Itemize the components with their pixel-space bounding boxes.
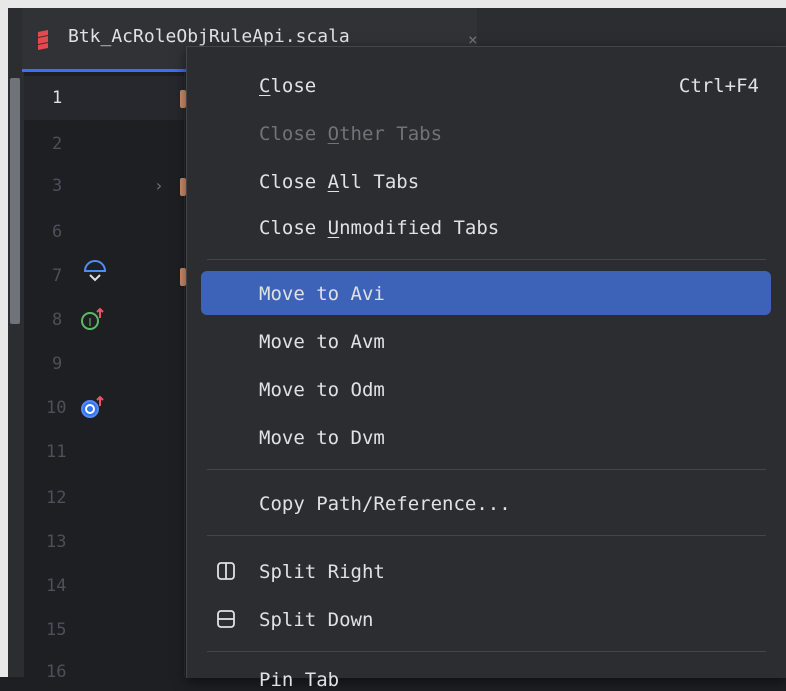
menu-label-rest: lose: [270, 75, 317, 97]
scrollbar-thumb[interactable]: [10, 78, 20, 324]
menu-separator: [207, 259, 766, 260]
mnemonic: U: [327, 217, 340, 239]
implemented-method-icon[interactable]: [82, 258, 108, 284]
menu-item-split-right[interactable]: Split Right: [259, 561, 385, 583]
line-number: 9: [52, 354, 63, 374]
line-number: 11: [46, 442, 67, 462]
menu-separator: [207, 651, 766, 652]
line-number: 6: [52, 222, 63, 242]
tab-context-menu: Close Ctrl+F4 Close Other Tabs Close All…: [186, 46, 786, 691]
menu-label-pre: Close: [259, 171, 328, 193]
line-number: 16: [46, 662, 67, 682]
close-shortcut: Ctrl+F4: [678, 75, 759, 97]
window-frame-top: [0, 0, 786, 8]
scala-file-icon: [38, 30, 48, 50]
menu-item-close-all-tabs[interactable]: Close All Tabs: [259, 171, 419, 193]
menu-label-pre: Close: [259, 217, 328, 239]
line-number: 1: [52, 88, 63, 108]
menu-item-move-to-dvm[interactable]: Move to Dvm: [259, 427, 385, 449]
object-overrides-icon[interactable]: [80, 394, 106, 420]
gutter-separator: [184, 72, 185, 677]
fold-chevron-right-icon[interactable]: ›: [154, 176, 164, 195]
menu-label-post: ll Tabs: [339, 171, 420, 193]
menu-label-post: ther Tabs: [339, 123, 443, 145]
svg-text:I: I: [88, 316, 91, 329]
tab-title: Btk_AcRoleObjRuleApi.scala: [68, 26, 350, 47]
interface-implements-icon[interactable]: I: [80, 306, 106, 332]
menu-item-split-down[interactable]: Split Down: [259, 609, 373, 631]
line-number: 15: [46, 620, 67, 640]
menu-item-move-to-avm[interactable]: Move to Avm: [259, 331, 385, 353]
line-number: 3: [52, 176, 63, 196]
line-number: 14: [46, 576, 67, 596]
line-number: 2: [52, 134, 63, 154]
editor-scrollbar[interactable]: [8, 72, 24, 677]
menu-item-close-other-tabs[interactable]: Close Other Tabs: [259, 123, 442, 145]
menu-separator: [207, 535, 766, 536]
menu-item-pin-tab[interactable]: Pin Tab: [259, 669, 339, 691]
split-right-icon: [217, 562, 235, 580]
menu-item-copy-path-reference[interactable]: Copy Path/Reference...: [259, 493, 511, 515]
menu-item-close[interactable]: Close: [259, 75, 316, 97]
mnemonic: O: [327, 123, 340, 145]
menu-item-move-to-odm[interactable]: Move to Odm: [259, 379, 385, 401]
line-number: 13: [46, 532, 67, 552]
menu-item-move-to-avi[interactable]: Move to Avi: [259, 283, 385, 305]
mnemonic: A: [327, 171, 340, 193]
menu-item-close-unmodified-tabs[interactable]: Close Unmodified Tabs: [259, 217, 499, 239]
menu-separator: [207, 469, 766, 470]
line-number: 12: [46, 488, 67, 508]
split-down-icon: [217, 610, 235, 628]
mnemonic: C: [259, 75, 271, 97]
menu-label-post: nmodified Tabs: [339, 217, 500, 239]
window-frame-left: [0, 0, 8, 677]
menu-label-pre: Close: [259, 123, 328, 145]
